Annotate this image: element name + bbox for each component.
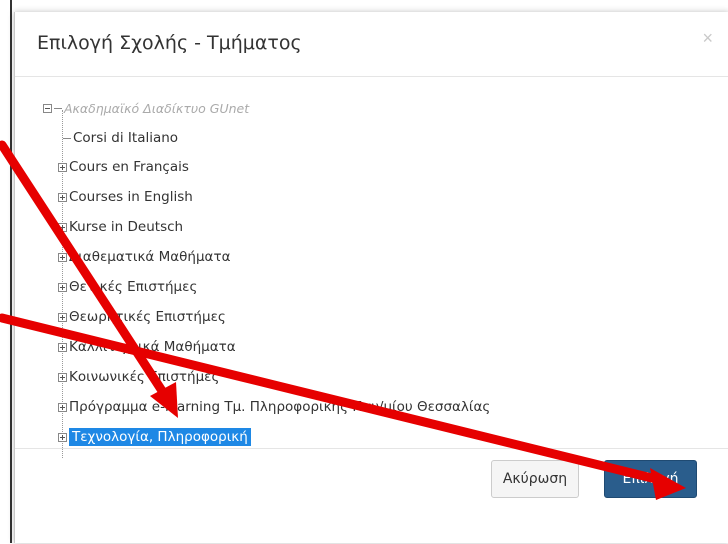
background-window-edge <box>10 0 12 543</box>
expand-icon[interactable] <box>58 282 67 292</box>
expand-icon[interactable] <box>58 312 67 322</box>
tree-item-label: Πρόγραμμα e-learning Τμ. Πληροφορικής Πα… <box>69 399 491 415</box>
tree-item-label: Kurse in Deutsch <box>69 219 184 235</box>
expand-icon[interactable] <box>58 402 67 412</box>
tree-item-label-selected: Τεχνολογία, Πληροφορική <box>69 428 251 446</box>
tree-item-label: Καλλιτεχνικά Μαθήματα <box>69 339 236 355</box>
tree-item-kallitexnika[interactable]: Καλλιτεχνικά Μαθήματα <box>58 336 236 358</box>
tree-root[interactable]: Ακαδημαϊκό Διαδίκτυο GUnet <box>43 97 249 119</box>
tree-item-label: Θετικές Επιστήμες <box>69 279 198 295</box>
tree-item-courses[interactable]: Courses in English <box>58 186 193 208</box>
tree-item-theoritikes[interactable]: Θεωρητικές Επιστήμες <box>58 306 226 328</box>
tree-item-label: Κοινωνικές Επιστήμες <box>69 369 220 385</box>
close-icon[interactable]: × <box>702 28 713 49</box>
dialog-header: Επιλογή Σχολής - Τμήματος × <box>15 12 728 77</box>
dialog-title: Επιλογή Σχολής - Τμήματος <box>37 32 302 54</box>
tree-root-label: Ακαδημαϊκό Διαδίκτυο GUnet <box>64 100 250 116</box>
expand-icon[interactable] <box>58 222 67 232</box>
tree-item-label: Θεωρητικές Επιστήμες <box>69 309 226 325</box>
tree-item-corsi[interactable]: Corsi di Italiano <box>63 127 178 149</box>
tree-item-label: Courses in English <box>69 189 193 205</box>
tree-branch-line <box>54 107 62 109</box>
tree-item-cours[interactable]: Cours en Français <box>58 156 189 178</box>
expand-icon[interactable] <box>58 432 67 442</box>
tree-item-koinonikes[interactable]: Κοινωνικές Επιστήμες <box>58 366 219 388</box>
tree-item-label: Διαθεματικά Μαθήματα <box>69 249 231 265</box>
tree-item-label: Corsi di Italiano <box>73 130 179 146</box>
tree-item-diathematika[interactable]: Διαθεματικά Μαθήματα <box>58 246 230 268</box>
expand-icon[interactable] <box>58 192 67 202</box>
expand-icon[interactable] <box>58 252 67 262</box>
expand-icon[interactable] <box>58 342 67 352</box>
tree-item-label: Cours en Français <box>69 159 189 175</box>
tree-branch-line <box>63 137 71 139</box>
tree-item-thetikes[interactable]: Θετικές Επιστήμες <box>58 276 197 298</box>
tree-item-kurse[interactable]: Kurse in Deutsch <box>58 216 183 238</box>
cancel-button[interactable]: Ακύρωση <box>491 460 579 498</box>
select-button[interactable]: Επιλογή <box>604 460 697 498</box>
expand-icon[interactable] <box>58 162 67 172</box>
collapse-icon[interactable] <box>43 103 52 113</box>
tree-item-elearning[interactable]: Πρόγραμμα e-learning Τμ. Πληροφορικής Πα… <box>58 396 490 418</box>
tree-item-texnologia[interactable]: Τεχνολογία, Πληροφορική <box>58 426 251 448</box>
expand-icon[interactable] <box>58 372 67 382</box>
